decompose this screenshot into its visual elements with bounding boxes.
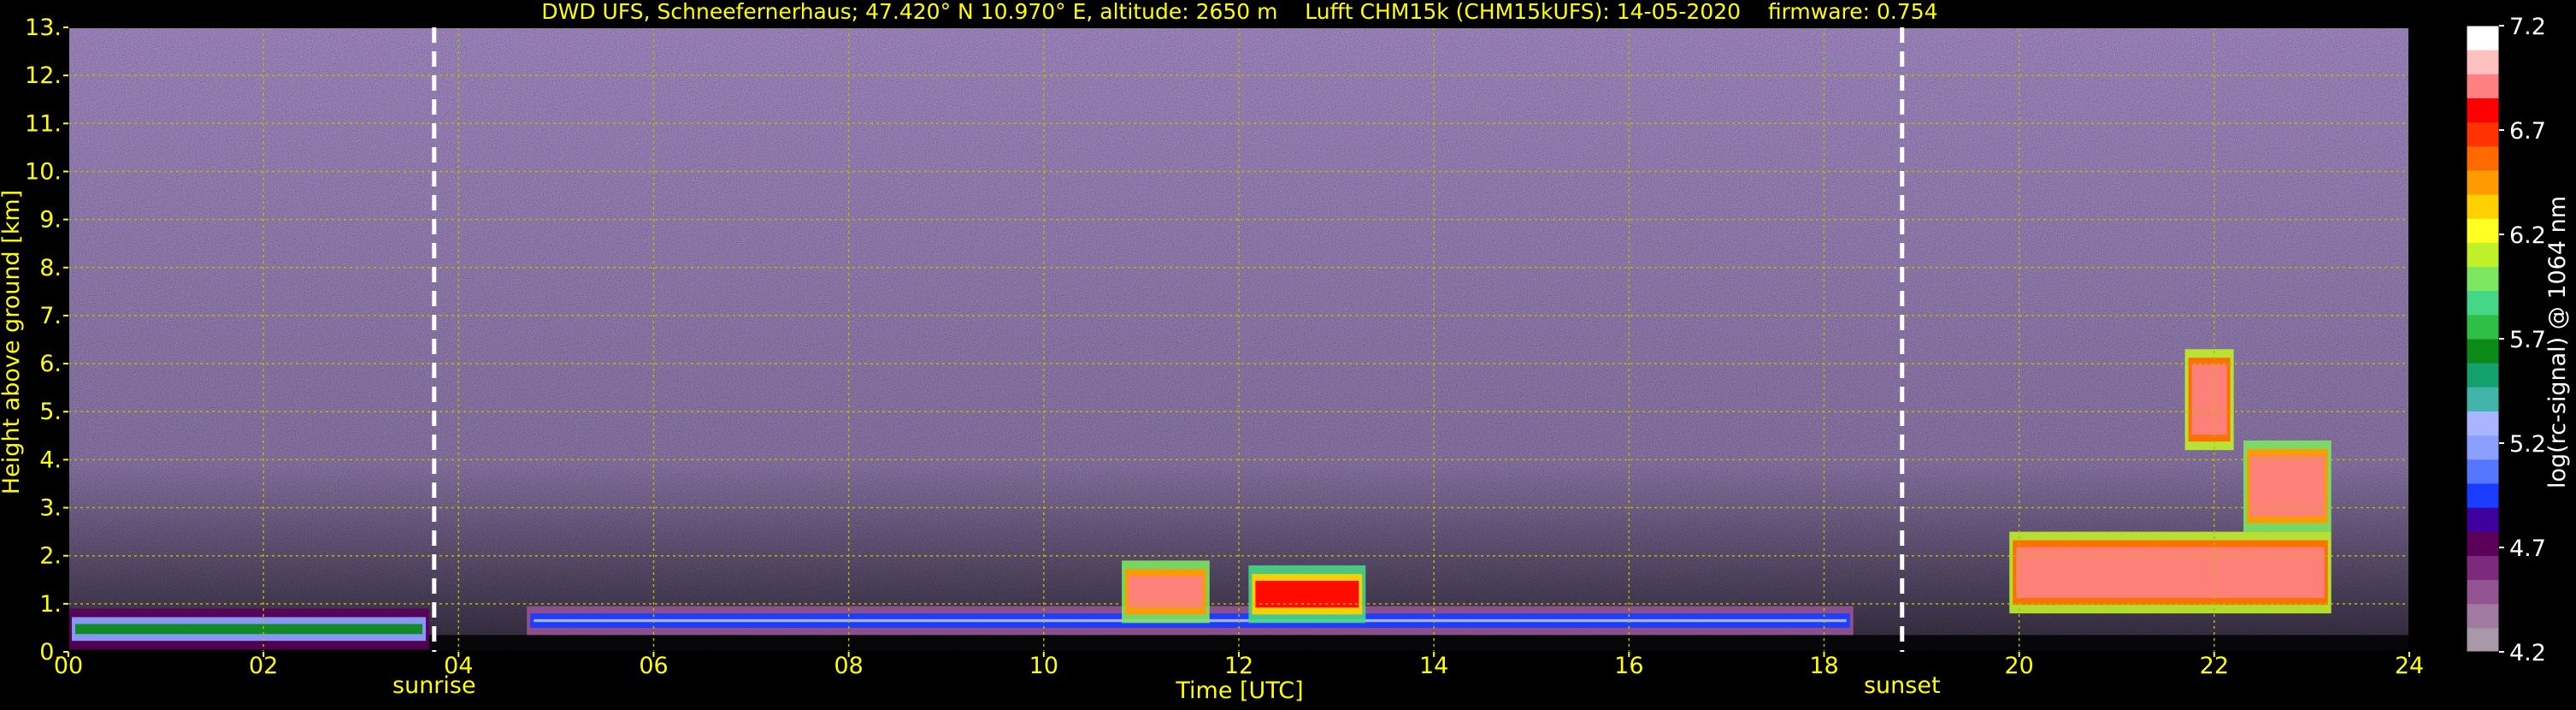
colorbar-segment: [2467, 74, 2499, 98]
y-tick-label: 3.: [39, 495, 62, 522]
colorbar-segment: [2467, 531, 2499, 556]
colorbar-segment: [2467, 459, 2499, 484]
x-tick-label: 12: [1224, 653, 1253, 679]
feature-core: [1129, 576, 1203, 608]
colorbar-segment: [2467, 242, 2499, 268]
y-tick-label: 10.: [25, 158, 62, 185]
colorbar-segment: [2467, 194, 2499, 219]
x-tick-label: 18: [1809, 653, 1838, 679]
y-tick-label: 2.: [39, 543, 62, 570]
colorbar-tick-label: 5.7: [2509, 327, 2546, 353]
colorbar-tick-label: 6.2: [2509, 222, 2546, 249]
colorbar-segment: [2467, 169, 2499, 195]
colorbar-segment: [2467, 555, 2499, 581]
x-tick-label: 06: [639, 653, 668, 679]
x-tick-label: 20: [2004, 653, 2033, 679]
colorbar-segment: [2467, 411, 2499, 436]
y-tick-label: 7.: [39, 303, 62, 329]
colorbar-segment: [2467, 121, 2499, 147]
y-tick-label: 1.: [39, 591, 62, 618]
x-tick-label: 02: [249, 653, 278, 679]
y-axis-ticks: 0. 1. 2. 3. 4. 5. 6. 7. 8. 9. 10. 11. 12. 13.: [25, 15, 68, 666]
y-tick-label: 8.: [39, 255, 62, 281]
colorbar-segment: [2467, 314, 2499, 340]
y-tick-label: 5.: [39, 399, 62, 425]
y-tick-label: 13.: [25, 15, 62, 41]
y-tick-label: 11.: [25, 110, 62, 137]
y-tick-label: 9.: [39, 207, 62, 234]
colorbar-segment: [2467, 50, 2499, 74]
y-axis-label: Height above ground [km]: [0, 190, 25, 494]
chart-svg: sunrise sunset 00 02 04 06 08 10 12 14 16 18 20 22 24…: [0, 0, 2571, 704]
colorbar-segment: [2467, 26, 2499, 50]
colorbar-tick-label: 6.7: [2509, 118, 2546, 145]
ceilometer-figure: sunrise sunset 00 02 04 06 08 10 12 14 16 18 20 22 24…: [0, 0, 2576, 707]
x-tick-label: 08: [834, 653, 863, 679]
feature-core: [2191, 364, 2227, 435]
colorbar-segment: [2467, 145, 2499, 171]
x-axis-label: Time [UTC]: [1175, 677, 1303, 704]
y-tick-label: 6.: [39, 351, 62, 377]
colorbar-segment: [2467, 603, 2499, 629]
colorbar-segment: [2467, 435, 2499, 460]
colorbar-segment: [2467, 290, 2499, 316]
y-tick-label: 0.: [39, 639, 62, 666]
colorbar-segment: [2467, 507, 2499, 532]
x-tick-label: 16: [1614, 653, 1643, 679]
colorbar-tick-label: 4.2: [2509, 640, 2546, 666]
colorbar-segment: [2467, 627, 2499, 653]
colorbar-segment: [2467, 339, 2499, 364]
x-tick-label: 04: [444, 653, 473, 679]
colorbar-label: log(rc-signal) @ 1064 nm: [2544, 196, 2571, 488]
colorbar-segment: [2467, 482, 2499, 508]
x-tick-label: 14: [1419, 653, 1448, 679]
colorbar-segment: [2467, 579, 2499, 605]
x-tick-label: 10: [1029, 653, 1058, 679]
x-tick-label: 24: [2395, 653, 2424, 679]
x-tick-label: 22: [2200, 653, 2229, 679]
colorbar-segment: [2467, 98, 2499, 123]
colorbar-segment: [2467, 387, 2499, 411]
y-tick-label: 4.: [39, 447, 62, 473]
feature-core: [2016, 547, 2325, 599]
chart-title: DWD UFS, Schneefernerhaus; 47.420° N 10.…: [541, 0, 1937, 24]
colorbar-tick-label: 4.7: [2509, 535, 2546, 562]
event-label-sunset: sunset: [1864, 672, 1941, 699]
colorbar-segment: [2467, 266, 2499, 292]
colorbar: 4.2 4.7 5.2 5.7 6.2 6.7 7.2: [2466, 14, 2546, 666]
y-tick-label: 12.: [25, 62, 62, 89]
feature-core: [75, 624, 423, 635]
colorbar-tick-label: 7.2: [2509, 14, 2546, 40]
colorbar-segment: [2467, 218, 2499, 243]
colorbar-segment: [2467, 363, 2499, 388]
colorbar-tick-label: 5.2: [2509, 431, 2546, 458]
